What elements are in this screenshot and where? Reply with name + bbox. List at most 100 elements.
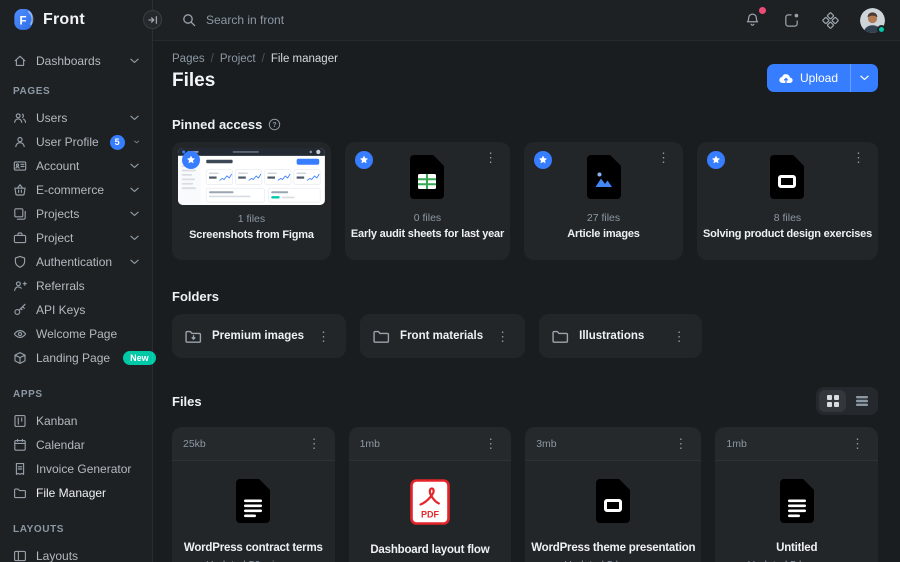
card-menu-button[interactable]: ⋮ bbox=[654, 149, 673, 166]
file-menu-button[interactable]: ⋮ bbox=[481, 435, 500, 452]
sidebar-item-dashboards[interactable]: Dashboards bbox=[0, 49, 152, 73]
sidebar-item-welcome-page[interactable]: Welcome Page bbox=[0, 322, 152, 346]
folder-menu-button[interactable]: ⋮ bbox=[493, 328, 512, 345]
star-icon bbox=[539, 155, 548, 164]
search-icon bbox=[183, 14, 196, 27]
file-card-dashboard-layout[interactable]: 1mb ⋮ PDF Dashboard layout flow Updated … bbox=[348, 427, 512, 562]
sidebar-item-users[interactable]: Users bbox=[0, 106, 152, 130]
sidebar-item-ecommerce[interactable]: E-commerce bbox=[0, 178, 152, 202]
folder-menu-button[interactable]: ⋮ bbox=[670, 328, 689, 345]
chevron-down-icon bbox=[130, 211, 139, 217]
sidebar-item-account[interactable]: Account bbox=[0, 154, 152, 178]
sidebar-item-calendar[interactable]: Calendar bbox=[0, 433, 152, 457]
folders-heading: Folders bbox=[172, 289, 219, 304]
google-docs-icon bbox=[780, 479, 814, 523]
google-slides-icon bbox=[770, 155, 804, 199]
sidebar-item-kanban[interactable]: Kanban bbox=[0, 409, 152, 433]
file-card-wordpress-contract[interactable]: 25kb ⋮ WordPress contract terms Updated … bbox=[172, 427, 335, 562]
notifications-button[interactable] bbox=[743, 7, 766, 29]
file-card-theme-presentation[interactable]: 3mb ⋮ WordPress theme presentation Updat… bbox=[525, 427, 702, 562]
folder-name: Premium images bbox=[212, 330, 305, 342]
file-title: WordPress theme presentation bbox=[531, 542, 696, 554]
pin-star-badge[interactable] bbox=[534, 151, 553, 169]
search-input[interactable] bbox=[206, 13, 426, 27]
pin-star-badge[interactable] bbox=[706, 151, 725, 169]
user-profile-count-badge: 5 bbox=[109, 134, 125, 150]
sidebar-item-file-manager[interactable]: File Manager bbox=[0, 481, 152, 505]
pinned-access-heading: Pinned access bbox=[172, 117, 263, 132]
pinned-card-audit-sheets[interactable]: ⋮ 0 files Early audit sheets for last ye… bbox=[344, 142, 511, 260]
sidebar-section-pages: PAGES bbox=[13, 86, 51, 97]
folder-card-illustrations[interactable]: Illustrations ⋮ bbox=[539, 314, 702, 358]
pinned-card-count: 1 files bbox=[237, 213, 266, 225]
sidebar-collapse-button[interactable] bbox=[143, 10, 162, 29]
eye-icon bbox=[13, 330, 27, 338]
sidebar-item-label: Kanban bbox=[36, 414, 78, 428]
sidebar-item-label: Referrals bbox=[36, 279, 85, 293]
bell-icon bbox=[746, 12, 758, 26]
sidebar-item-label: Calendar bbox=[36, 438, 85, 452]
folder-icon bbox=[373, 330, 390, 343]
box-icon bbox=[14, 352, 26, 364]
notification-dot bbox=[759, 7, 766, 14]
file-menu-button[interactable]: ⋮ bbox=[305, 435, 324, 452]
sidebar-item-referrals[interactable]: Referrals bbox=[0, 274, 152, 298]
card-menu-button[interactable]: ⋮ bbox=[849, 149, 868, 166]
sidebar-item-projects[interactable]: Projects bbox=[0, 202, 152, 226]
file-title: WordPress contract terms bbox=[183, 542, 323, 554]
pinned-card-count: 27 files bbox=[586, 212, 621, 224]
sidebar-item-label: Account bbox=[36, 159, 80, 173]
chevron-down-icon bbox=[860, 75, 869, 81]
sidebar-item-layouts[interactable]: Layouts bbox=[0, 544, 152, 562]
sidebar-item-authentication[interactable]: Authentication bbox=[0, 250, 152, 274]
svg-text:F: F bbox=[19, 16, 26, 28]
upload-dropdown-toggle[interactable] bbox=[850, 64, 878, 92]
apps-launcher-button[interactable] bbox=[821, 11, 839, 29]
sidebar-item-invoice-generator[interactable]: Invoice Generator bbox=[0, 457, 152, 481]
chevron-down-icon bbox=[130, 163, 139, 169]
grid-view-button[interactable] bbox=[819, 390, 846, 412]
help-icon[interactable]: ? bbox=[268, 118, 281, 131]
chevron-down-icon bbox=[130, 58, 139, 64]
pinned-card-screenshots[interactable]: 1 files Screenshots from Figma bbox=[172, 142, 331, 260]
pinned-card-article-images[interactable]: ⋮ 27 files Article images bbox=[524, 142, 683, 260]
house-icon bbox=[14, 55, 26, 66]
card-menu-button[interactable]: ⋮ bbox=[481, 149, 500, 166]
file-size: 3mb bbox=[536, 437, 557, 450]
upload-button[interactable]: Upload bbox=[767, 64, 850, 92]
folder-menu-button[interactable]: ⋮ bbox=[314, 328, 333, 345]
list-view-icon bbox=[855, 396, 868, 406]
folder-card-front-materials[interactable]: Front materials ⋮ bbox=[360, 314, 526, 358]
chevron-down-icon bbox=[130, 235, 139, 241]
receipt-icon bbox=[15, 463, 25, 475]
brand-logo[interactable]: F Front bbox=[0, 9, 152, 31]
pin-star-badge[interactable] bbox=[354, 151, 373, 169]
global-search[interactable] bbox=[182, 13, 426, 27]
pinned-card-count: 8 files bbox=[773, 212, 802, 224]
sidebar-item-label: Dashboards bbox=[36, 54, 101, 68]
brand-name: Front bbox=[43, 11, 85, 28]
breadcrumb: Pages / Project / File manager bbox=[172, 53, 338, 65]
pinned-card-design-exercises[interactable]: ⋮ 8 files Solving product design exercis… bbox=[696, 142, 878, 260]
file-size: 25kb bbox=[183, 437, 206, 450]
sidebar-item-project[interactable]: Project bbox=[0, 226, 152, 250]
folder-icon bbox=[14, 488, 26, 499]
activity-stream-button[interactable] bbox=[782, 11, 800, 29]
file-menu-button[interactable]: ⋮ bbox=[671, 435, 690, 452]
user-avatar[interactable] bbox=[860, 7, 886, 34]
folder-card-premium-images[interactable]: Premium images ⋮ bbox=[172, 314, 347, 358]
breadcrumb-project[interactable]: Project bbox=[220, 53, 256, 65]
star-icon bbox=[711, 155, 720, 164]
sidebar-item-user-profile[interactable]: User Profile 5 bbox=[0, 130, 152, 154]
breadcrumb-pages[interactable]: Pages bbox=[172, 53, 205, 65]
sidebar-item-landing-page[interactable]: Landing Page New bbox=[0, 346, 156, 370]
file-card-untitled[interactable]: 1mb ⋮ Untitled Updated 5 hours ago bbox=[715, 427, 878, 562]
top-navbar: F Front bbox=[0, 0, 900, 40]
main-content: Pages / Project / File manager Files Upl… bbox=[153, 40, 900, 562]
pin-star-badge[interactable] bbox=[182, 151, 200, 169]
list-view-button[interactable] bbox=[848, 390, 875, 412]
file-menu-button[interactable]: ⋮ bbox=[848, 435, 867, 452]
calendar-icon bbox=[14, 438, 26, 451]
file-title: Untitled bbox=[776, 542, 818, 554]
sidebar-item-api-keys[interactable]: API Keys bbox=[0, 298, 152, 322]
